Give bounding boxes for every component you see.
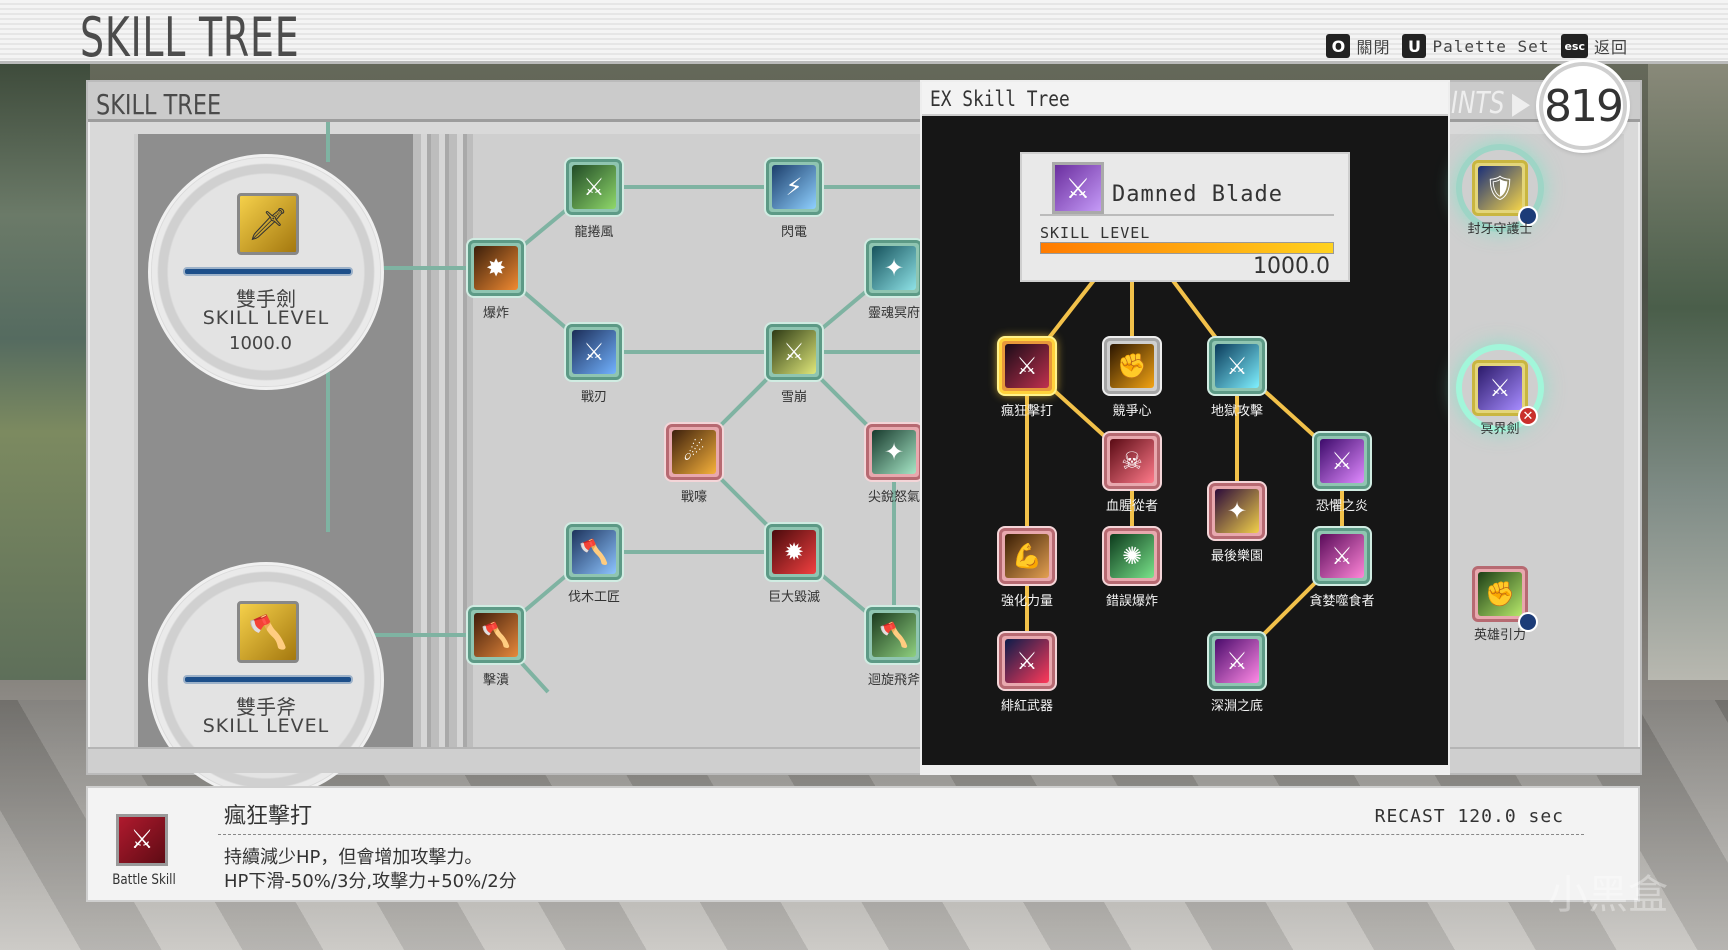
hotkey-palette-set[interactable]: U Palette Set: [1402, 34, 1549, 58]
two-handed-sword-icon: 🗡: [237, 193, 299, 255]
skill-node[interactable]: 🪓 擊潰: [464, 603, 528, 688]
damned-blade-skill-icon: ⚔: [1478, 366, 1522, 410]
ex-panel-title: EX Skill Tree: [930, 87, 1070, 111]
explosion-skill-icon: ✸: [474, 246, 518, 290]
key-o-icon: O: [1326, 34, 1351, 58]
skill-tooltip: ⚔ Damned Blade SKILL LEVEL 1000.0: [1020, 152, 1350, 282]
ex-skill-tree-panel: EX Skill Tree ⚔ 瘋狂擊打 ✊ 競爭心 ⚔ 地獄攻擊 ☠ 血腥從者 ⚔ 恐懼…: [920, 80, 1450, 775]
ex-skill-node[interactable]: ☠ 血腥從者: [1100, 429, 1164, 514]
top-bar: SKILL TREE O 關閉 U Palette Set esc 返回: [0, 0, 1728, 69]
wrong-explosion-skill-icon: ✺: [1110, 534, 1154, 578]
power-enhance-skill-icon: 💪: [1005, 534, 1049, 578]
skill-node[interactable]: ⚔ 雪崩: [762, 320, 826, 405]
skill-node[interactable]: 🪓 迴旋飛斧: [862, 603, 926, 688]
ex-skill-node[interactable]: ✺ 錯誤爆炸: [1100, 524, 1164, 609]
weapon-level-value: 1000.0: [229, 333, 292, 354]
ex-skill-node[interactable]: ⚔ 貪婪噬食者: [1309, 524, 1375, 609]
crush-skill-icon: 🪓: [474, 613, 518, 657]
abyss-bottom-skill-icon: ⚔: [1215, 639, 1259, 683]
app-title: SKILL TREE: [80, 6, 300, 69]
weapon-level-bar: [183, 267, 353, 276]
hero-gravity-skill-icon: ✊: [1478, 572, 1522, 616]
hotkey-bar: O 關閉 U Palette Set esc 返回: [1326, 34, 1628, 58]
right-node-label: 封牙守護士: [1467, 222, 1533, 237]
skill-node[interactable]: ✸ 爆炸: [464, 236, 528, 321]
damned-blade-icon: ⚔: [1052, 162, 1104, 214]
weapon-level-label: SKILL LEVEL: [202, 307, 330, 329]
skill-node[interactable]: ✦ 尖銳怒氣: [862, 420, 926, 505]
greedy-devourer-skill-icon: ⚔: [1320, 534, 1364, 578]
ex-skill-node[interactable]: ✊ 競爭心: [1100, 334, 1164, 419]
background-scenery-left: [0, 60, 90, 680]
weapon-level-label: SKILL LEVEL: [202, 715, 330, 737]
tooltip-skill-name: Damned Blade: [1112, 182, 1283, 207]
skill-description-line2: HP下滑-50%/3分,攻擊力+50%/2分: [224, 871, 517, 892]
ex-skill-node[interactable]: ⚔ 恐懼之炎: [1310, 429, 1374, 514]
skill-points-counter: 819: [1539, 62, 1627, 150]
sharp-rage-skill-icon: ✦: [872, 430, 916, 474]
skill-node[interactable]: ✦ 靈魂冥府: [862, 236, 926, 321]
lumberjack-skill-icon: 🪓: [572, 530, 616, 574]
ex-skill-node[interactable]: ✦ 最後樂園: [1205, 479, 1269, 564]
hotkey-palette-label: Palette Set: [1432, 36, 1550, 56]
right-skill-node-selected[interactable]: ⚔ ✕ 冥界劍: [1456, 344, 1544, 437]
ex-skill-node-selected[interactable]: ⚔ 瘋狂擊打: [995, 334, 1059, 419]
competitive-spirit-skill-icon: ✊: [1110, 344, 1154, 388]
right-node-label: 冥界劍: [1480, 422, 1520, 437]
shield-guardian-skill-icon: 🛡: [1478, 166, 1522, 210]
last-paradise-skill-icon: ✦: [1215, 489, 1259, 533]
skill-node[interactable]: ✹ 巨大毀滅: [762, 520, 826, 605]
hotkey-back[interactable]: esc 返回: [1561, 34, 1628, 58]
war-cry-skill-icon: ☄: [672, 430, 716, 474]
hotkey-back-label: 返回: [1593, 38, 1628, 57]
tooltip-level-value: 1000.0: [1253, 254, 1330, 279]
skill-node[interactable]: ⚔ 戰刃: [562, 320, 626, 405]
ex-panel-header: EX Skill Tree: [922, 82, 1448, 116]
lightning-skill-icon: ⚡: [772, 165, 816, 209]
hotkey-close[interactable]: O 關閉: [1326, 34, 1390, 58]
whirling-axe-skill-icon: 🪓: [872, 613, 916, 657]
ex-skill-node[interactable]: ⚔ 緋紅武器: [995, 629, 1059, 714]
ex-skill-node[interactable]: 💪 強化力量: [995, 524, 1059, 609]
skill-description-line1: 持續減少HP，但會增加攻擊力。: [224, 847, 483, 868]
two-handed-axe-icon: 🪓: [237, 601, 299, 663]
skill-type: Battle Skill: [112, 872, 176, 888]
right-node-label: 英雄引力: [1473, 628, 1526, 643]
info-divider: [218, 834, 1584, 835]
skill-name: 瘋狂擊打: [224, 804, 313, 829]
right-skill-node[interactable]: 🛡 封牙守護士: [1456, 144, 1544, 237]
bloody-servant-skill-icon: ☠: [1110, 439, 1154, 483]
ex-skill-node[interactable]: ⚔ 地獄攻擊: [1205, 334, 1269, 419]
background-scenery-right: [1648, 60, 1728, 680]
great-destruction-skill-icon: ✹: [772, 530, 816, 574]
crimson-weapon-skill-icon: ⚔: [1005, 639, 1049, 683]
ex-skill-node[interactable]: ⚔ 深淵之底: [1205, 629, 1269, 714]
skill-node[interactable]: ☄ 戰嚎: [662, 420, 726, 505]
skill-node[interactable]: ⚡ 閃電: [762, 155, 826, 240]
watermark-logo: 小黑盒: [1548, 872, 1668, 918]
avalanche-skill-icon: ⚔: [772, 330, 816, 374]
hell-attack-skill-icon: ⚔: [1215, 344, 1259, 388]
key-u-icon: U: [1402, 34, 1427, 58]
tooltip-level-label: SKILL LEVEL: [1040, 224, 1151, 242]
skill-recast: RECAST 120.0 sec: [1374, 806, 1564, 827]
fear-flame-skill-icon: ⚔: [1320, 439, 1364, 483]
war-blade-skill-icon: ⚔: [572, 330, 616, 374]
soul-underworld-skill-icon: ✦: [872, 246, 916, 290]
frenzy-strike-icon: ⚔: [116, 814, 168, 866]
hotkey-close-label: 關閉: [1356, 38, 1391, 57]
key-esc-icon: esc: [1561, 34, 1588, 58]
tooltip-level-fill: [1041, 243, 1333, 253]
skill-node[interactable]: ⚔ 龍捲風: [562, 155, 626, 240]
weapon-two-handed-sword[interactable]: 🗡 雙手劍 SKILL LEVEL 1000.0: [148, 154, 384, 390]
tornado-skill-icon: ⚔: [572, 165, 616, 209]
skill-info-panel: ⚔ Battle Skill 瘋狂擊打 RECAST 120.0 sec 持續減…: [86, 786, 1640, 902]
ex-panel-body: ⚔ 瘋狂擊打 ✊ 競爭心 ⚔ 地獄攻擊 ☠ 血腥從者 ⚔ 恐懼之炎 💪 強化力量 ✦ 最後樂園…: [922, 116, 1448, 773]
weapon-level-bar: [183, 675, 353, 684]
frenzy-strike-skill-icon: ⚔: [1005, 344, 1049, 388]
ex-panel-bottom: [922, 765, 1448, 773]
skill-node[interactable]: 🪓 伐木工匠: [562, 520, 626, 605]
right-skill-node[interactable]: ✊ 英雄引力: [1456, 550, 1544, 643]
tooltip-level-bar: [1040, 242, 1334, 254]
